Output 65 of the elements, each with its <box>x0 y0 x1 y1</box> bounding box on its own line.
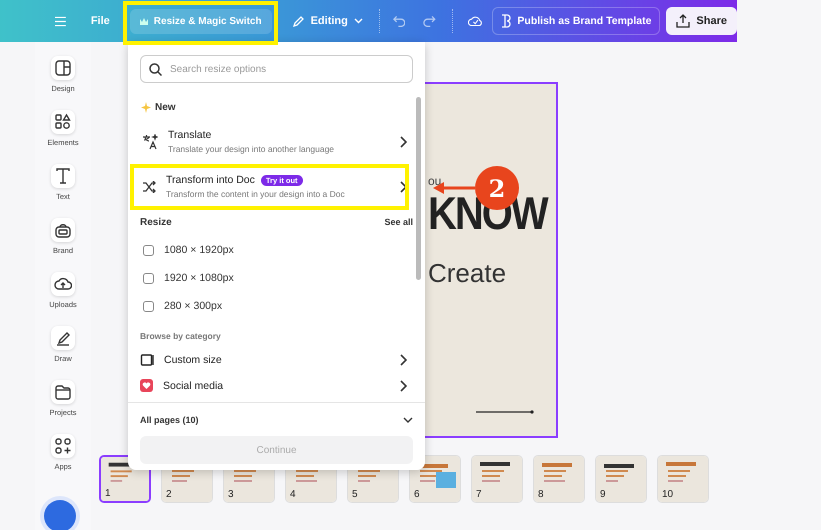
custom-size-icon <box>140 353 154 367</box>
section-heading: New <box>155 102 176 113</box>
undo-icon[interactable] <box>392 15 406 27</box>
cloud-check-icon[interactable] <box>468 15 482 27</box>
page-number: 1 <box>105 488 111 499</box>
chevron-right-icon <box>399 136 407 148</box>
search-field[interactable]: Search resize options <box>140 55 413 83</box>
chevron-right-icon <box>399 180 407 192</box>
sidebar-button[interactable] <box>51 326 75 350</box>
magic-button[interactable] <box>44 500 76 530</box>
projects-icon <box>54 383 72 401</box>
redo-icon[interactable] <box>423 15 436 27</box>
elements-icon <box>54 113 72 131</box>
design-icon <box>54 59 72 77</box>
page-number: 3 <box>228 489 234 500</box>
brand-template-icon <box>501 14 512 28</box>
checkbox[interactable] <box>143 272 154 284</box>
size-option[interactable]: 1080 × 1920px <box>164 244 234 256</box>
apps-icon <box>54 437 72 455</box>
editing-menu[interactable]: Editing <box>284 8 371 34</box>
page-thumbnail[interactable]: 8 <box>533 455 585 503</box>
page-number: 4 <box>290 489 296 500</box>
page-thumbnail[interactable]: 10 <box>657 455 709 503</box>
publish-button[interactable]: Publish as Brand Template <box>492 7 660 35</box>
translate-icon <box>142 134 158 150</box>
crown-icon <box>140 18 148 24</box>
sidebar-button[interactable] <box>51 218 75 242</box>
sidebar-button[interactable] <box>51 56 75 80</box>
checkbox[interactable] <box>143 244 154 256</box>
page-number: 7 <box>476 489 482 500</box>
section-heading: Browse by category <box>140 331 222 341</box>
page-text: Create <box>428 258 508 289</box>
share-button[interactable]: Share <box>666 7 737 35</box>
section-heading: Resize <box>140 217 172 228</box>
brand-icon <box>54 221 72 239</box>
page-number: 2 <box>166 489 172 500</box>
page-thumbnail[interactable]: 6 <box>409 455 461 503</box>
sidebar-button[interactable] <box>51 380 75 404</box>
chevron-down-icon[interactable] <box>403 417 413 423</box>
chevron-right-icon <box>399 380 407 392</box>
checkbox[interactable] <box>143 300 154 312</box>
page-thumbnail[interactable]: 7 <box>471 455 523 503</box>
page-number: 10 <box>662 489 674 500</box>
sidebar-button[interactable] <box>50 110 75 134</box>
sparkle-icon <box>140 102 151 113</box>
chevron-right-icon <box>399 354 407 366</box>
heart-icon <box>140 379 153 392</box>
size-option[interactable]: 280 × 300px <box>164 300 222 312</box>
pages-selector[interactable]: All pages (10) <box>140 415 199 425</box>
page-number: 5 <box>352 489 358 500</box>
scrollbar[interactable] <box>416 97 421 280</box>
shuffle-icon <box>142 180 156 192</box>
page-thumbnail[interactable]: 9 <box>595 455 647 503</box>
page-number: 9 <box>600 489 606 500</box>
sidebar-button[interactable] <box>51 272 75 296</box>
sidebar-button[interactable] <box>51 164 75 188</box>
size-option[interactable]: 1920 × 1080px <box>164 272 234 284</box>
sidebar-button[interactable] <box>51 434 75 458</box>
text-icon <box>54 167 72 185</box>
page-number: 6 <box>414 489 420 500</box>
chevron-down-icon <box>354 18 363 24</box>
page-number: 8 <box>538 489 544 500</box>
share-icon <box>676 14 690 28</box>
pencil-icon <box>292 14 305 28</box>
arrow-line-icon <box>476 410 534 414</box>
